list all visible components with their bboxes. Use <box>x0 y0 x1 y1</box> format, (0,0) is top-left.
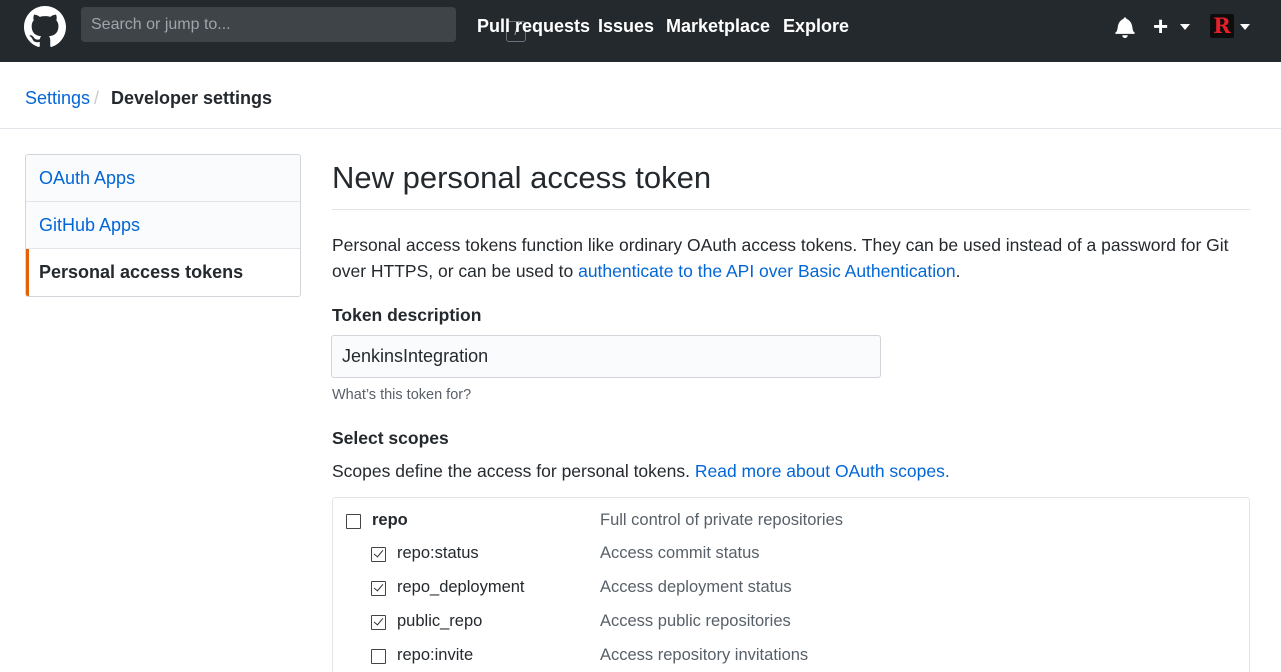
breadcrumb-current: Developer settings <box>111 88 273 108</box>
scope-description: Access deployment status <box>600 578 792 596</box>
global-header: / Pull requests Issues Marketplace Explo… <box>0 0 1281 62</box>
breadcrumb-settings-link[interactable]: Settings <box>25 88 90 109</box>
breadcrumb-separator: / <box>94 88 100 108</box>
search-input[interactable] <box>91 7 411 42</box>
scope-checkbox-repo-status[interactable] <box>371 547 386 562</box>
scope-name: repo:status <box>397 544 479 562</box>
select-scopes-label: Select scopes <box>332 428 449 448</box>
token-description-label: Token description <box>332 305 482 325</box>
nav-pull-requests[interactable]: Pull requests <box>477 16 590 37</box>
user-avatar[interactable]: R <box>1210 14 1234 38</box>
token-description-note: What’s this token for? <box>332 387 472 403</box>
developer-settings-sidebar: OAuth Apps GitHub Apps Personal access t… <box>25 154 301 297</box>
scope-description: Access public repositories <box>600 612 791 630</box>
scope-description: Access repository invitations <box>600 646 809 664</box>
sidebar-item-github-apps[interactable]: GitHub Apps <box>26 202 300 249</box>
intro-end: . <box>955 261 961 281</box>
create-dropdown-chevron-down-icon[interactable] <box>1180 24 1190 30</box>
scope-checkbox-public-repo[interactable] <box>371 615 386 630</box>
title-divider <box>332 209 1250 210</box>
user-menu-chevron-down-icon[interactable] <box>1240 24 1250 30</box>
scopes-description: Scopes define the access for personal to… <box>332 461 950 482</box>
page-title: New personal access token <box>332 160 712 195</box>
breadcrumb: Settings / Developer settings <box>0 62 1281 129</box>
scope-row-repo-invite: repo:invite Access repository invitation… <box>333 646 1249 672</box>
scopes-list: repo Full control of private repositorie… <box>332 497 1250 672</box>
scope-description: Access commit status <box>600 544 760 562</box>
create-new-plus-icon[interactable]: + <box>1153 13 1168 39</box>
basic-auth-docs-link[interactable]: authenticate to the API over Basic Authe… <box>578 261 955 281</box>
scope-row-repo-deployment: repo_deployment Access deployment status <box>333 578 1249 611</box>
scopes-text: Scopes define the access for personal to… <box>332 461 695 481</box>
scope-checkbox-repo-deployment[interactable] <box>371 581 386 596</box>
scope-checkbox-repo[interactable] <box>346 514 361 529</box>
sidebar-item-oauth-apps[interactable]: OAuth Apps <box>26 155 300 202</box>
scope-description: Full control of private repositories <box>600 511 844 529</box>
scope-row-repo: repo Full control of private repositorie… <box>333 511 1249 544</box>
oauth-scopes-docs-link[interactable]: Read more about OAuth scopes. <box>695 461 950 481</box>
token-description-input[interactable] <box>331 335 881 378</box>
nav-explore[interactable]: Explore <box>783 16 849 37</box>
notifications-bell-icon[interactable] <box>1114 16 1136 38</box>
sidebar-item-personal-access-tokens[interactable]: Personal access tokens <box>26 249 300 296</box>
github-logo-icon[interactable] <box>24 6 66 48</box>
scope-name: repo <box>372 511 408 529</box>
scope-name: public_repo <box>397 612 483 630</box>
scope-row-repo-status: repo:status Access commit status <box>333 544 1249 577</box>
scope-name: repo_deployment <box>397 578 525 596</box>
scope-name: repo:invite <box>397 646 474 664</box>
scope-row-public-repo: public_repo Access public repositories <box>333 612 1249 645</box>
nav-marketplace[interactable]: Marketplace <box>666 16 770 37</box>
nav-issues[interactable]: Issues <box>598 16 654 37</box>
scope-checkbox-repo-invite[interactable] <box>371 649 386 664</box>
search-box[interactable]: / <box>81 7 526 42</box>
intro-paragraph: Personal access tokens function like ord… <box>332 232 1262 284</box>
